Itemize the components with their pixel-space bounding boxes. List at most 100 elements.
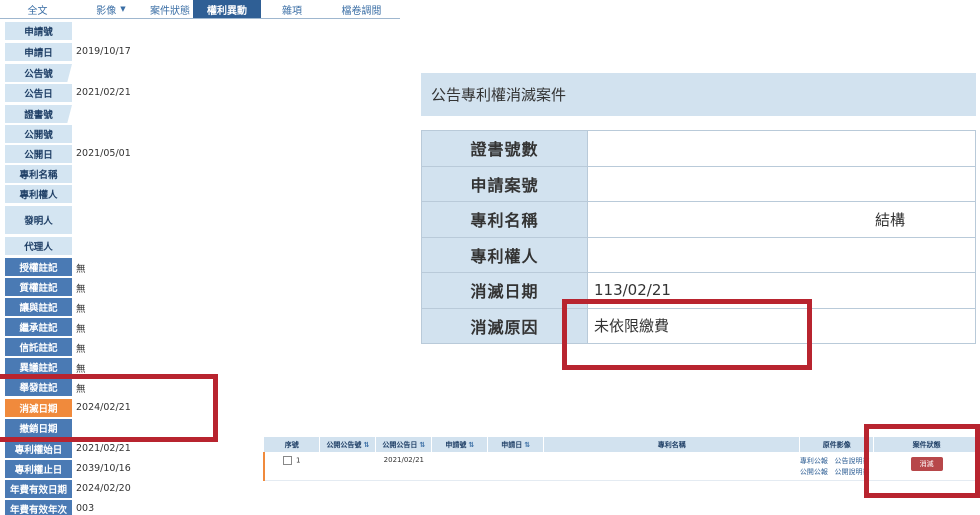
row-pub-no xyxy=(319,452,376,481)
row-image-links: 專利公報 公告說明書 公開公報 公開說明書 xyxy=(799,452,874,481)
detail-row-cert-no: 證書號 xyxy=(0,104,400,124)
col-header-text: 序號 xyxy=(284,440,299,449)
detail-row-patent-name: 專利名稱 xyxy=(0,164,400,184)
tab-label: 影像 xyxy=(96,5,117,17)
detail-value: 無 xyxy=(76,364,86,375)
tab-rights-change[interactable]: 權利異動 xyxy=(193,0,261,18)
tab-label: 權利異動 xyxy=(207,5,247,17)
detail-row-open-no: 公開號 xyxy=(0,124,400,144)
detail-row-trust-note: 信託註記 無 xyxy=(0,337,400,357)
detail-label: 專利權始日 xyxy=(5,440,72,458)
row-checkbox[interactable] xyxy=(283,456,292,465)
detail-row-inventor: 發明人 xyxy=(0,205,400,235)
col-header-app-date[interactable]: 申請日 ⇅ xyxy=(487,437,545,452)
detail-row-pledge-note: 質權註記 無 xyxy=(0,277,400,297)
row-app-no xyxy=(431,452,488,481)
detail-row-pub-no: 公告號 xyxy=(0,63,400,83)
detail-label: 年費有效年次 xyxy=(5,500,72,515)
tab-misc[interactable]: 雜項 xyxy=(261,0,323,18)
col-header-pub-date[interactable]: 公開公告日 ⇅ xyxy=(375,437,433,452)
detail-label: 公開號 xyxy=(5,125,72,143)
panel-row-patent-name: 專利名稱 結構 xyxy=(421,201,976,238)
tab-file-access[interactable]: 檔卷調閱 xyxy=(323,0,400,18)
detail-label: 專利權止日 xyxy=(5,460,72,478)
detail-label: 證書號 xyxy=(5,105,72,123)
detail-label: 代理人 xyxy=(5,237,72,255)
detail-row-agent: 代理人 xyxy=(0,236,400,256)
detail-label: 公開日 xyxy=(5,145,72,163)
tab-case-status[interactable]: 案件狀態 xyxy=(147,0,193,18)
panel-label: 證書號數 xyxy=(421,130,588,167)
highlight-box-extinction-reason xyxy=(562,299,812,370)
detail-label: 年費有效日期 xyxy=(5,480,72,498)
detail-label: 申請日 xyxy=(5,43,72,61)
panel-label: 專利權人 xyxy=(421,236,588,273)
panel-value xyxy=(587,165,976,202)
detail-row-open-date: 公開日 2021/05/01 xyxy=(0,144,400,164)
detail-label: 公告日 xyxy=(5,84,72,102)
link-open-gazette[interactable]: 公開公報 xyxy=(800,468,828,476)
detail-value: 2021/02/21 xyxy=(76,443,131,454)
col-header-app-no[interactable]: 申請號 ⇅ xyxy=(431,437,489,452)
detail-row-fee-valid-date: 年費有效日期 2024/02/20 xyxy=(0,479,400,499)
detail-row-fee-valid-year: 年費有效年次 003 xyxy=(0,499,400,515)
detail-row-inherit-note: 繼承註記 無 xyxy=(0,317,400,337)
detail-row-patentee: 專利權人 xyxy=(0,184,400,204)
tab-label: 全文 xyxy=(27,5,48,17)
col-header-index: 序號 xyxy=(264,437,321,452)
col-header-text: 申請號 xyxy=(445,440,467,449)
row-pub-date: 2021/02/21 xyxy=(375,452,432,481)
row-app-date xyxy=(487,452,544,481)
panel-value xyxy=(587,130,976,167)
detail-value: 003 xyxy=(76,503,95,514)
panel-label: 專利名稱 xyxy=(421,201,588,238)
tab-image[interactable]: 影像 ▼ xyxy=(75,0,147,18)
highlight-box-extinction-date xyxy=(0,374,218,442)
panel-title-text: 公告專利權消滅案件 xyxy=(431,86,567,104)
sort-icon: ⇅ xyxy=(363,440,370,449)
detail-value: 2039/10/16 xyxy=(76,463,131,474)
detail-value: 2024/02/20 xyxy=(76,483,131,494)
detail-row-app-date: 申請日 2019/10/17 xyxy=(0,42,400,62)
detail-label: 信託註記 xyxy=(5,338,72,356)
detail-label: 公告號 xyxy=(5,64,72,82)
detail-value: 2021/05/01 xyxy=(76,148,131,159)
sort-icon: ⇅ xyxy=(524,440,531,449)
tab-bar: 全文 影像 ▼ 案件狀態 權利異動 雜項 檔卷調閱 xyxy=(0,0,400,19)
panel-value xyxy=(587,236,976,273)
col-header-text: 申請日 xyxy=(501,440,523,449)
row-index: 1 xyxy=(296,456,301,465)
detail-label: 申請號 xyxy=(5,22,72,40)
sort-icon: ⇅ xyxy=(419,440,426,449)
col-header-pub-no[interactable]: 公開公告號 ⇅ xyxy=(319,437,377,452)
tab-fulltext[interactable]: 全文 xyxy=(0,0,75,18)
detail-label: 發明人 xyxy=(5,206,72,234)
panel-row-app-no: 申請案號 xyxy=(421,165,976,202)
detail-row-license-note: 授權註記 無 xyxy=(0,257,400,277)
col-header-text: 公開公告日 xyxy=(382,440,418,449)
detail-value: 無 xyxy=(76,344,86,355)
detail-row-transfer-note: 讓與註記 無 xyxy=(0,297,400,317)
detail-value: 無 xyxy=(76,284,86,295)
detail-label: 質權註記 xyxy=(5,278,72,296)
chevron-down-icon: ▼ xyxy=(120,5,126,13)
detail-value: 無 xyxy=(76,304,86,315)
detail-label: 授權註記 xyxy=(5,258,72,276)
panel-label: 申請案號 xyxy=(421,165,588,202)
detail-value: 無 xyxy=(76,324,86,335)
tab-label: 雜項 xyxy=(282,5,302,17)
link-patent-gazette[interactable]: 專利公報 xyxy=(800,457,828,465)
detail-label: 繼承註記 xyxy=(5,318,72,336)
sort-icon: ⇅ xyxy=(468,440,475,449)
col-header-title: 專利名稱 xyxy=(543,437,801,452)
detail-label: 專利名稱 xyxy=(5,165,72,183)
row-title xyxy=(543,452,800,481)
detail-label: 專利權人 xyxy=(5,185,72,203)
detail-row-pub-date: 公告日 2021/02/21 xyxy=(0,83,400,103)
col-header-text: 原件影像 xyxy=(822,440,851,449)
tab-label: 檔卷調閱 xyxy=(341,5,382,17)
panel-value: 結構 xyxy=(874,210,905,229)
detail-value: 2021/02/21 xyxy=(76,87,131,98)
col-header-original-image: 原件影像 xyxy=(799,437,875,452)
row-index-cell: 1 xyxy=(263,452,320,481)
